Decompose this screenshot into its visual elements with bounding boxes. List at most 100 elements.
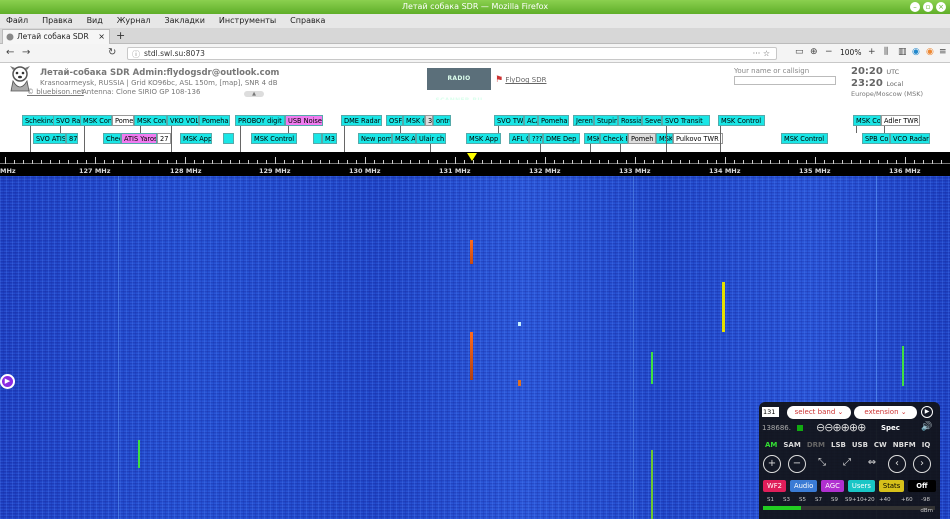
zoom-max-icon[interactable]: ⤡ xyxy=(813,455,831,473)
label-jeren[interactable]: Jeren xyxy=(573,115,594,126)
label-svo-ra[interactable]: SVO Ra xyxy=(53,115,81,126)
side-panel-toggle-icon[interactable]: ▶ xyxy=(0,374,15,389)
frequency-scale[interactable]: MHz 127 MHz 128 MHz 129 MHz 130 MHz 131 … xyxy=(0,152,950,176)
label-vko-vol[interactable]: VKO VOL xyxy=(167,115,199,126)
flydog-link[interactable]: ⚑ FlyDog SDR xyxy=(495,75,546,85)
label-msk-con-2[interactable]: MSK Con xyxy=(134,115,167,126)
agc-button[interactable]: AGC xyxy=(821,480,844,492)
label-aca[interactable]: ACA xyxy=(524,115,538,126)
mode-sam[interactable]: SAM xyxy=(781,440,802,450)
label-check-r[interactable]: Check R xyxy=(600,133,628,144)
label-27[interactable]: 27 xyxy=(157,133,171,144)
label-msk-c[interactable]: MSK C xyxy=(403,115,425,126)
page-actions-icon[interactable]: ··· ☆ xyxy=(753,48,770,60)
menu-file[interactable]: Файл xyxy=(6,14,28,28)
label-msk-1[interactable]: MSK xyxy=(584,133,600,144)
zoom-in-icon[interactable]: + xyxy=(868,47,876,57)
label-msk-app-1[interactable]: MSK App xyxy=(180,133,212,144)
label-stupin[interactable]: Stupin xyxy=(594,115,618,126)
header-collapse-icon[interactable]: ▲ xyxy=(244,91,264,97)
play-icon[interactable]: ▶ xyxy=(921,406,933,418)
users-button[interactable]: Users xyxy=(847,480,875,492)
label-msk-2[interactable]: MSK xyxy=(656,133,673,144)
tab-kiwisdr[interactable]: Летай собака SDR × xyxy=(2,29,110,44)
label-seve[interactable]: Seve xyxy=(642,115,662,126)
label-msk-control-1[interactable]: MSK Control xyxy=(718,115,765,126)
radioscanner-banner[interactable]: RADIO SCANNER.RU xyxy=(427,68,491,104)
mode-iq[interactable]: IQ xyxy=(920,440,933,450)
band-select[interactable]: select band ⌄ xyxy=(787,406,851,419)
callsign-input[interactable] xyxy=(734,76,836,85)
label-osf[interactable]: OSF xyxy=(386,115,403,126)
mode-drm[interactable]: DRM xyxy=(805,440,827,450)
tab-close-icon[interactable]: × xyxy=(98,30,105,44)
label-msk-co[interactable]: MSK Co xyxy=(853,115,881,126)
label-m3[interactable]: M3 xyxy=(322,133,337,144)
zoom-out-icon[interactable]: − xyxy=(825,47,833,57)
label-atis-yaros[interactable]: ATIS Yaros xyxy=(121,133,157,144)
mode-lsb[interactable]: LSB xyxy=(829,440,848,450)
extension-select[interactable]: extension ⌄ xyxy=(854,406,917,419)
wf2-button[interactable]: WF2 xyxy=(763,480,786,492)
label-pomeha-2[interactable]: Pomeha xyxy=(538,115,569,126)
label-87[interactable]: 87 xyxy=(66,133,78,144)
mode-usb[interactable]: USB xyxy=(850,440,870,450)
library-icon[interactable]: ⫼ xyxy=(884,47,888,57)
sidebar-icon[interactable]: ▥ xyxy=(898,47,907,57)
label-pomeha-1[interactable]: Pomeha xyxy=(199,115,230,126)
url-bar[interactable]: ⓘ stdl.swl.su:8073 ··· ☆ xyxy=(127,47,777,60)
off-button[interactable]: Off xyxy=(908,480,936,492)
label-svo-tw[interactable]: SVO TW xyxy=(494,115,524,126)
menu-history[interactable]: Журнал xyxy=(117,14,151,28)
label-blank-1[interactable] xyxy=(223,133,234,144)
mode-am[interactable]: AM xyxy=(763,440,779,450)
menu-help[interactable]: Справка xyxy=(290,14,325,28)
label-pulkovo-twr[interactable]: Pulkovo TWR xyxy=(673,133,723,144)
label-blank-2[interactable] xyxy=(313,133,322,144)
addon-icon[interactable]: ◉ xyxy=(912,47,920,57)
label-svo-transit[interactable]: SVO Transit xyxy=(662,115,710,126)
label-svo-atis[interactable]: SVO ATIS xyxy=(33,133,66,144)
label-ontrol[interactable]: ontrol xyxy=(433,115,451,126)
maximize-icon[interactable]: ▫ xyxy=(923,2,933,12)
zoom-in-icon[interactable]: + xyxy=(763,455,781,473)
label-3[interactable]: 3 xyxy=(425,115,433,126)
label-spb-co[interactable]: SPB Co xyxy=(862,133,890,144)
label-schekino[interactable]: Schekino xyxy=(22,115,54,126)
label-msk-control-2[interactable]: MSK Control xyxy=(251,133,297,144)
spec-button[interactable]: Spec xyxy=(881,424,900,432)
page-right-icon[interactable]: › xyxy=(913,455,931,473)
label-proboy[interactable]: PROBOY digit xyxy=(235,115,285,126)
label-chec[interactable]: Chec xyxy=(103,133,121,144)
zoom-level[interactable]: 100% xyxy=(840,48,861,57)
label-msk-control-3[interactable]: MSK Control xyxy=(781,133,828,144)
menu-bookmarks[interactable]: Закладки xyxy=(164,14,204,28)
label-dme-dep[interactable]: DME Dep xyxy=(543,133,580,144)
label-msk-a[interactable]: MSK A xyxy=(392,133,416,144)
menu-edit[interactable]: Правка xyxy=(42,14,72,28)
menu-icon[interactable]: ≡ xyxy=(939,47,947,57)
reload-icon[interactable]: ↻ xyxy=(108,47,116,58)
label-new-pom[interactable]: New pom xyxy=(358,133,392,144)
label-afl-c[interactable]: AFL C xyxy=(509,133,529,144)
new-tab-button[interactable]: + xyxy=(116,29,125,42)
label-adler-twr[interactable]: Adler TWR xyxy=(881,115,920,126)
zoom-out-icon[interactable]: − xyxy=(788,455,806,473)
frequency-input[interactable]: 131 xyxy=(762,407,779,417)
forward-icon[interactable]: → xyxy=(22,47,30,58)
label-dme-radar[interactable]: DME Radar xyxy=(341,115,382,126)
close-icon[interactable]: × xyxy=(936,2,946,12)
menu-tools[interactable]: Инструменты xyxy=(219,14,276,28)
zoom-step-buttons[interactable]: ⊖⊖⊕⊕⊕⊕ xyxy=(816,421,866,434)
band-fit-icon[interactable]: ⇔ xyxy=(863,455,881,473)
minimize-icon[interactable]: – xyxy=(910,2,920,12)
stats-button[interactable]: Stats xyxy=(878,480,905,492)
menu-view[interactable]: Вид xyxy=(87,14,103,28)
label-pomeh-2[interactable]: Pomeh xyxy=(628,133,656,144)
label-rossia[interactable]: Rossia xyxy=(618,115,642,126)
label-usb-noise[interactable]: USB Noise xyxy=(285,115,323,126)
speaker-icon[interactable]: 🔊 xyxy=(921,422,932,432)
extensions-icon[interactable]: ⊕ xyxy=(810,47,818,57)
label-msk-app-2[interactable]: MSK App xyxy=(466,133,501,144)
label-pomeh-1[interactable]: Pomeh xyxy=(112,115,134,126)
